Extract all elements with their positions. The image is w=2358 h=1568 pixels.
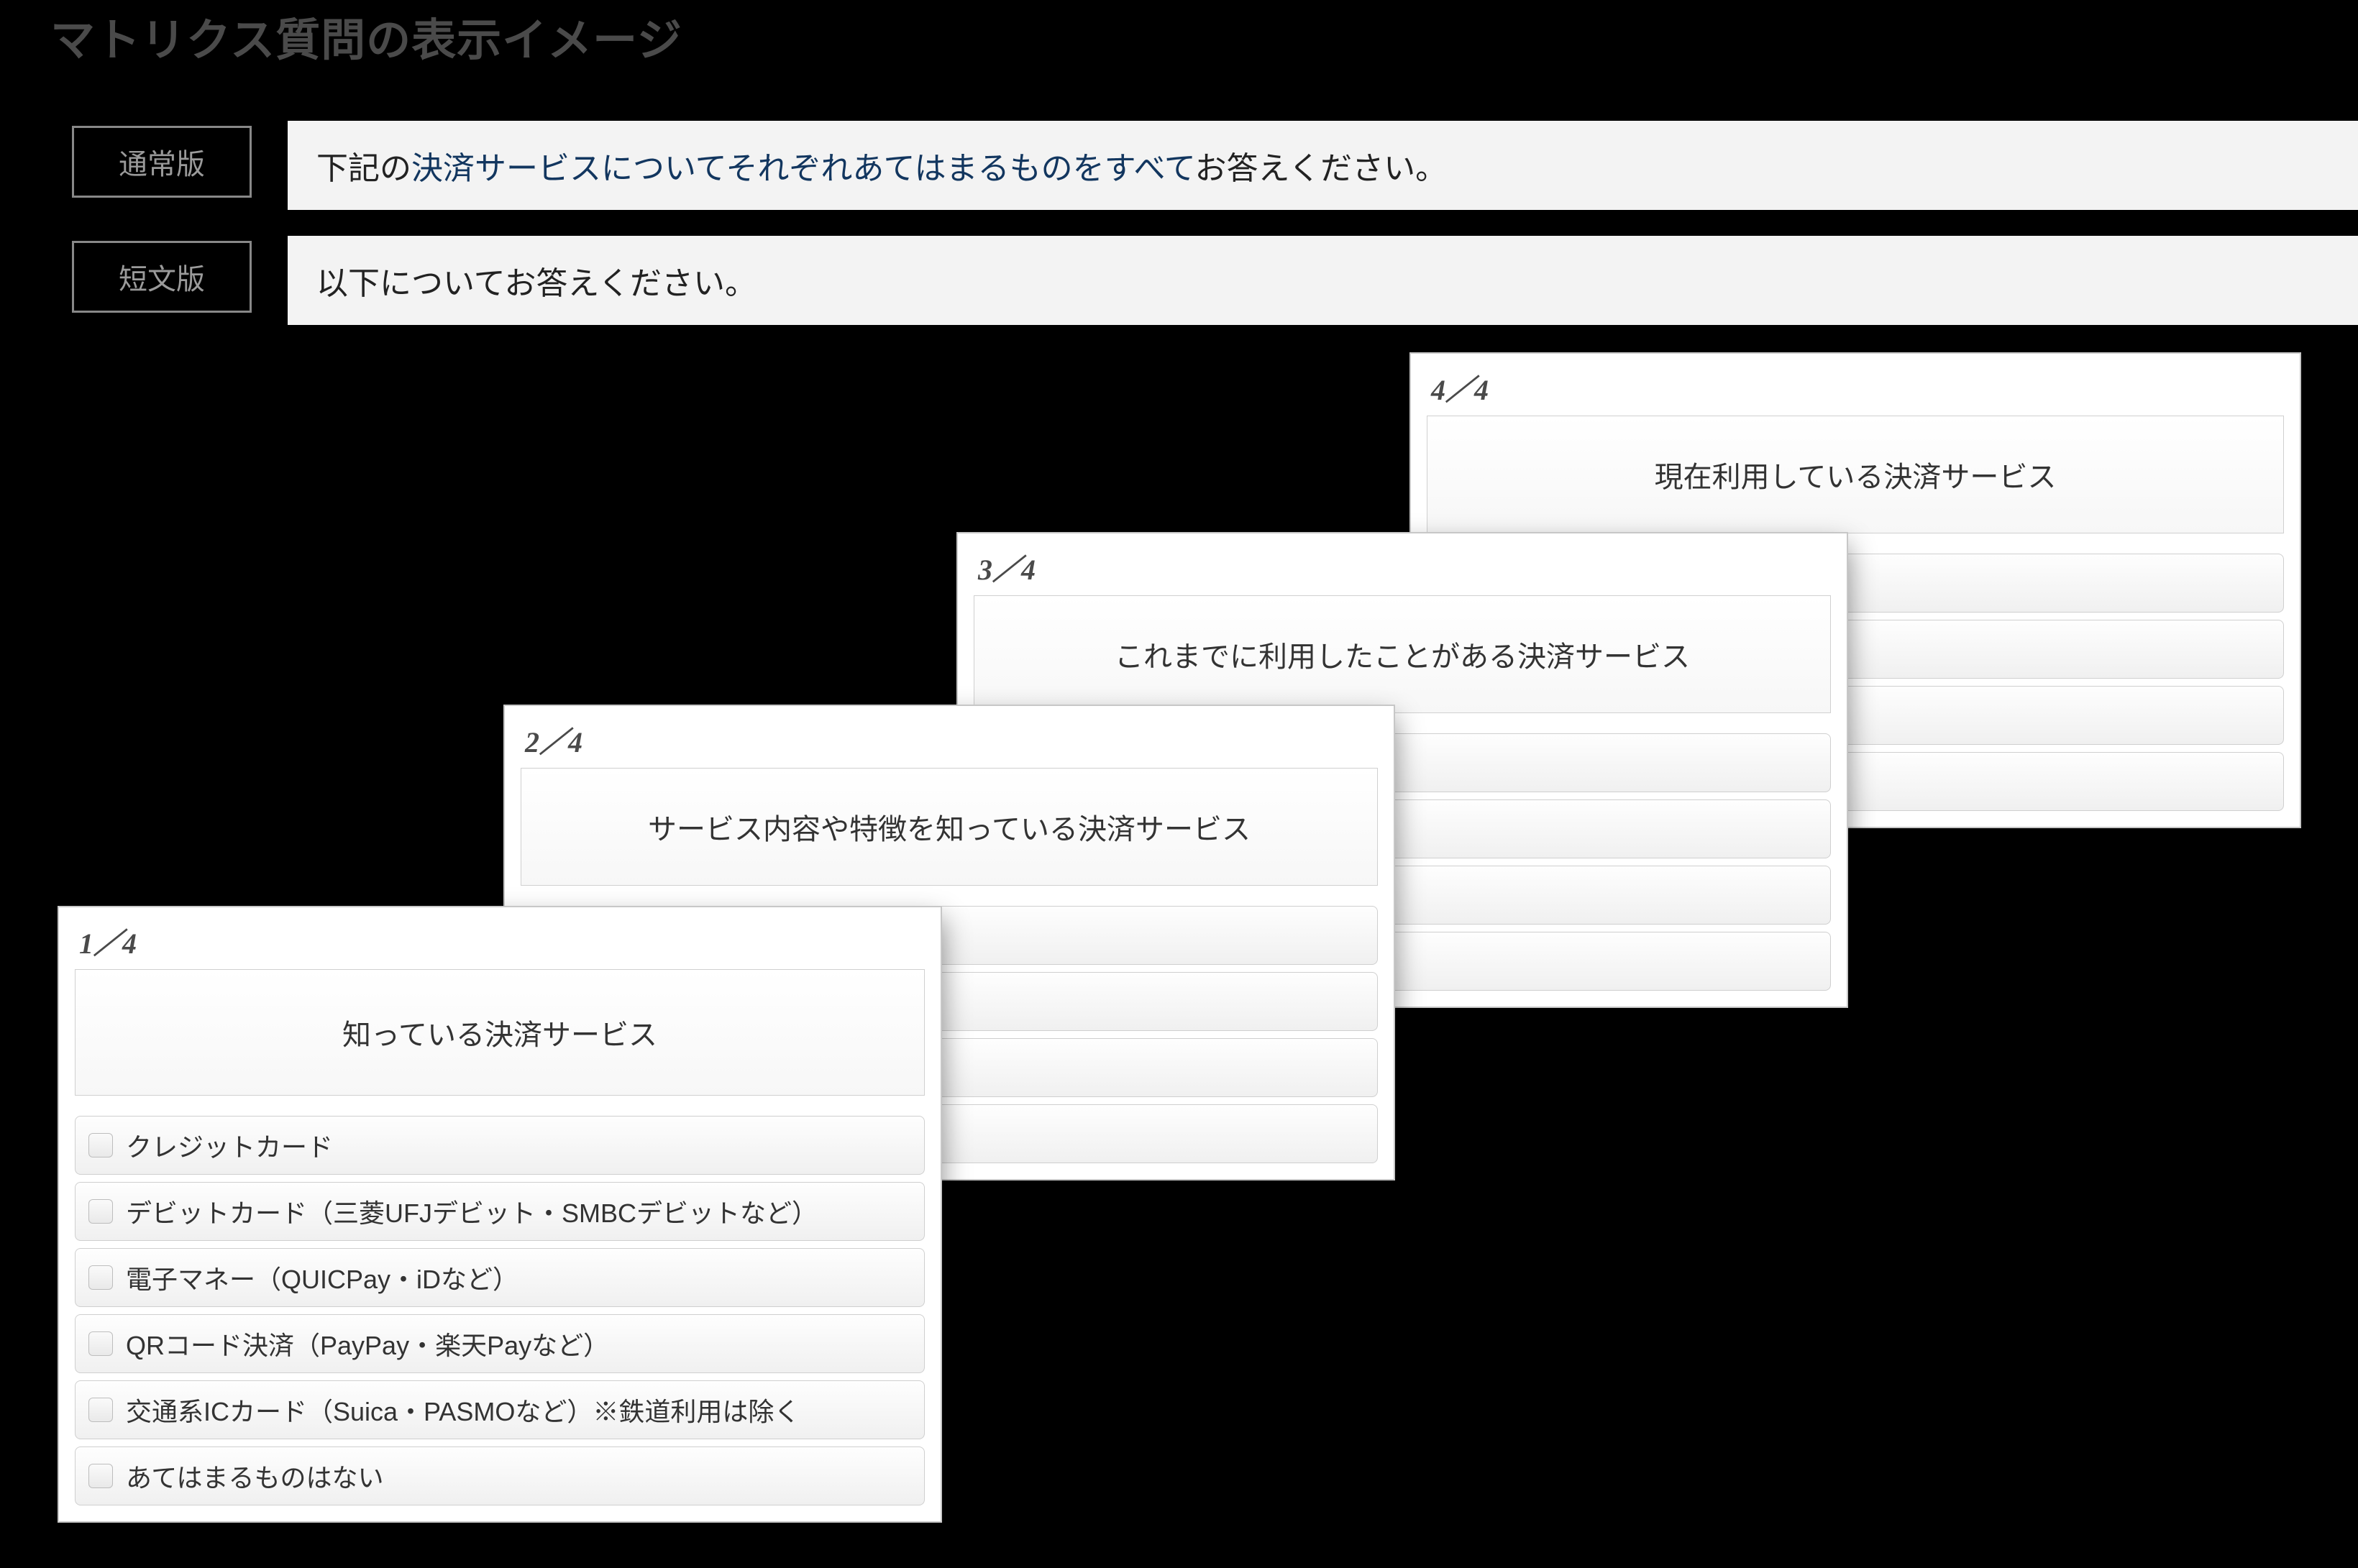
list-item[interactable]: 交通系ICカード（Suica・PASMOなど）※鉄道利用は除く xyxy=(75,1380,925,1439)
option-list: クレジットカード デビットカード（三菱UFJデビット・SMBCデビットなど） 電… xyxy=(75,1116,925,1505)
step-indicator: 3／4 xyxy=(978,546,1831,588)
matrix-panel-1: 1／4 知っている決済サービス クレジットカード デビットカード（三菱UFJデビ… xyxy=(58,906,942,1523)
list-item[interactable]: クレジットカード xyxy=(75,1116,925,1175)
prompt-normal-pre: 下記の xyxy=(316,151,411,186)
option-label: 交通系ICカード（Suica・PASMOなど）※鉄道利用は除く xyxy=(126,1391,800,1429)
prompt-normal-highlight: 決済サービスについてそれぞれあてはまるものをすべて xyxy=(411,151,1194,186)
checkbox-icon[interactable] xyxy=(88,1331,113,1356)
page-title: マトリクス質問の表示イメージ xyxy=(50,4,682,68)
option-label: クレジットカード xyxy=(126,1127,333,1164)
label-normal-version: 通常版 xyxy=(72,126,252,198)
matrix-header: これまでに利用したことがある決済サービス xyxy=(974,595,1831,713)
list-item[interactable]: デビットカード（三菱UFJデビット・SMBCデビットなど） xyxy=(75,1182,925,1241)
checkbox-icon[interactable] xyxy=(88,1398,113,1422)
option-label: 電子マネー（QUICPay・iDなど） xyxy=(126,1259,518,1296)
list-item[interactable]: あてはまるものはない xyxy=(75,1446,925,1505)
step-indicator: 1／4 xyxy=(79,920,925,962)
checkbox-icon[interactable] xyxy=(88,1265,113,1290)
checkbox-icon[interactable] xyxy=(88,1464,113,1488)
checkbox-icon[interactable] xyxy=(88,1199,113,1224)
matrix-header: 知っている決済サービス xyxy=(75,969,925,1096)
prompt-short: 以下についてお答えください。 xyxy=(288,236,2358,325)
matrix-header: 現在利用している決済サービス xyxy=(1427,416,2284,533)
option-label: QRコード決済（PayPay・楽天Payなど） xyxy=(126,1325,609,1362)
option-label: あてはまるものはない xyxy=(126,1457,384,1495)
list-item[interactable]: QRコード決済（PayPay・楽天Payなど） xyxy=(75,1314,925,1373)
label-short-version: 短文版 xyxy=(72,241,252,313)
step-indicator: 4／4 xyxy=(1431,367,2284,408)
prompt-normal: 下記の決済サービスについてそれぞれあてはまるものをすべてお答えください。 xyxy=(288,121,2358,210)
option-label: デビットカード（三菱UFJデビット・SMBCデビットなど） xyxy=(126,1193,818,1230)
checkbox-icon[interactable] xyxy=(88,1133,113,1157)
step-indicator: 2／4 xyxy=(525,719,1378,761)
matrix-header: サービス内容や特徴を知っている決済サービス xyxy=(521,768,1378,886)
prompt-normal-post: お答えください。 xyxy=(1194,151,1447,186)
list-item[interactable]: 電子マネー（QUICPay・iDなど） xyxy=(75,1248,925,1307)
